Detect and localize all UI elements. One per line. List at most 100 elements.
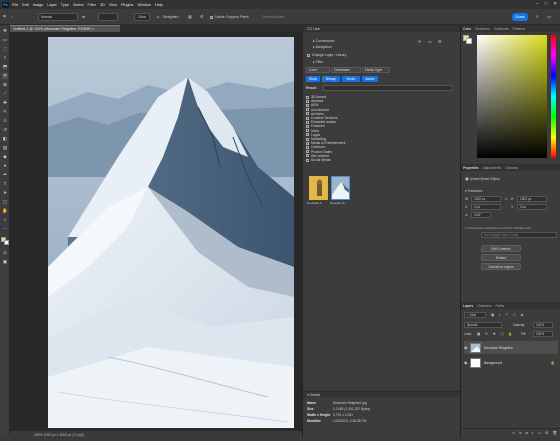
adobe-button[interactable]: Adobe bbox=[362, 76, 378, 82]
menu-help[interactable]: Help bbox=[155, 3, 163, 7]
tab-channels[interactable]: Channels bbox=[477, 304, 491, 308]
straighten-icon[interactable]: ⊿ bbox=[156, 14, 159, 19]
result-search-input[interactable] bbox=[323, 85, 453, 91]
orientation-filter-tab[interactable]: Orientation bbox=[331, 67, 361, 73]
hand-tool-icon[interactable]: ✋ bbox=[2, 208, 8, 214]
color-filter-tab[interactable]: Color bbox=[306, 67, 330, 73]
quick-mask-icon[interactable]: ◘ bbox=[2, 250, 8, 256]
category-item[interactable]: Social Media bbox=[306, 158, 386, 162]
chevron-down-icon[interactable]: ▾ bbox=[11, 15, 13, 19]
background-color-swatch[interactable] bbox=[4, 240, 9, 245]
x-field[interactable]: 0 px bbox=[471, 204, 501, 210]
width-field[interactable]: 1000 px bbox=[471, 196, 501, 202]
dodge-tool-icon[interactable]: ● bbox=[2, 163, 8, 169]
menu-edit[interactable]: Edit bbox=[22, 3, 29, 7]
eyedropper-tool-icon[interactable]: ⟋ bbox=[2, 91, 8, 97]
minimize-icon[interactable]: – bbox=[536, 1, 539, 7]
settings-gear-icon[interactable]: ⚙ bbox=[200, 14, 204, 19]
swap-icon[interactable]: ⇄ bbox=[82, 14, 85, 19]
link-layers-icon[interactable]: ∞ bbox=[512, 431, 515, 435]
tab-swatches[interactable]: Swatches bbox=[475, 27, 490, 31]
angle-field[interactable]: 0.00° bbox=[471, 212, 491, 218]
tab-layers[interactable]: Layers bbox=[463, 304, 473, 308]
path-selection-tool-icon[interactable]: ➤ bbox=[2, 190, 8, 196]
gradient-tool-icon[interactable]: ▤ bbox=[2, 145, 8, 151]
convert-to-layers-button[interactable]: Convert to Layers bbox=[481, 263, 521, 270]
screen-mode-icon[interactable]: ▣ bbox=[2, 259, 8, 265]
more-tools-icon[interactable]: ⋯ bbox=[2, 226, 8, 232]
color-background-swatch[interactable] bbox=[466, 38, 472, 44]
hue-slider[interactable] bbox=[551, 35, 556, 158]
layer-filter-icons[interactable]: ▣ ◐ T ▢ ◈ bbox=[491, 313, 525, 317]
pen-tool-icon[interactable]: ✒ bbox=[2, 172, 8, 178]
menu-image[interactable]: Image bbox=[33, 3, 44, 7]
content-aware-checkbox[interactable]: Content-Aware bbox=[262, 15, 285, 19]
maximize-icon[interactable]: □ bbox=[545, 1, 548, 7]
filter-row[interactable]: ▸ Filter bbox=[313, 60, 323, 64]
stock-button[interactable]: Stock bbox=[306, 76, 320, 82]
menu-window[interactable]: Window bbox=[137, 3, 151, 7]
tab-properties[interactable]: Properties bbox=[463, 166, 478, 170]
connections-row[interactable]: ▸ Connections bbox=[313, 39, 335, 43]
delete-cropped-checkbox[interactable]: Delete Cropped Pixels bbox=[210, 15, 249, 19]
clone-stamp-tool-icon[interactable]: ♙ bbox=[2, 118, 8, 124]
settings-icon[interactable]: ⚙ bbox=[438, 39, 442, 44]
layer-style-icon[interactable]: fx bbox=[519, 431, 522, 435]
width-input[interactable] bbox=[98, 13, 118, 21]
zoom-tool-icon[interactable]: ⌕ bbox=[2, 217, 8, 223]
straighten-label[interactable]: Straighten bbox=[163, 15, 178, 19]
lasso-tool-icon[interactable]: ℓ bbox=[2, 55, 8, 61]
layer-row[interactable]: ◉ Mountain Ridgeline bbox=[464, 341, 558, 354]
y-field[interactable]: 0 px bbox=[517, 204, 547, 210]
history-brush-tool-icon[interactable]: ↺ bbox=[2, 127, 8, 133]
trash-icon[interactable]: 🗑 bbox=[552, 431, 557, 435]
crop-tool-icon[interactable]: ⌗ bbox=[2, 73, 8, 79]
rectangle-tool-icon[interactable]: ▢ bbox=[2, 199, 8, 205]
marquee-tool-icon[interactable]: ⬚ bbox=[2, 46, 8, 52]
crop-tool-icon[interactable]: ⌗ bbox=[3, 14, 6, 20]
mountain-ridgeline-image[interactable] bbox=[48, 37, 294, 428]
adjustment-layer-icon[interactable]: ◐ bbox=[532, 431, 534, 435]
tab-adjustments[interactable]: Adjustments bbox=[482, 166, 501, 170]
grid-overlay-icon[interactable]: ▦ bbox=[188, 14, 192, 19]
menu-filter[interactable]: Filter bbox=[88, 3, 96, 7]
tab-libraries[interactable]: Libraries bbox=[505, 166, 518, 170]
refresh-icon[interactable]: ⟳ bbox=[418, 39, 421, 44]
eraser-tool-icon[interactable]: ◧ bbox=[2, 136, 8, 142]
menu-layer[interactable]: Layer bbox=[47, 3, 57, 7]
link-icon[interactable]: ∞ bbox=[505, 197, 507, 201]
embed-button[interactable]: Embed bbox=[481, 254, 521, 261]
color-picker-field[interactable] bbox=[477, 35, 547, 158]
lock-icon[interactable]: 🔒 bbox=[551, 361, 555, 365]
document-tab[interactable]: Untitled-1 @ 100% (Mountain Ridgeline, R… bbox=[10, 25, 120, 32]
tab-paths[interactable]: Paths bbox=[496, 304, 505, 308]
asset-thumbnail[interactable] bbox=[331, 176, 350, 200]
details-header[interactable]: ▾ Details bbox=[303, 391, 461, 397]
layer-comp-select[interactable]: Don't Apply Layer Comp bbox=[481, 232, 557, 238]
height-field[interactable]: 1500 px bbox=[517, 196, 547, 202]
type-tool-icon[interactable]: T bbox=[2, 181, 8, 187]
ratio-select[interactable]: Normal bbox=[38, 13, 78, 21]
layer-row[interactable]: ◉ Background 🔒 bbox=[464, 356, 558, 369]
media-type-filter-tab[interactable]: Media Type bbox=[362, 67, 390, 73]
blur-tool-icon[interactable]: ◆ bbox=[2, 154, 8, 160]
menu-view[interactable]: View bbox=[109, 3, 117, 7]
layer-filter-select[interactable]: ⌕ Kind bbox=[464, 312, 486, 318]
tab-gradients[interactable]: Gradients bbox=[494, 27, 509, 31]
fill-field[interactable]: 100% bbox=[533, 331, 553, 337]
bitmap-button[interactable]: Bitmap bbox=[322, 76, 340, 82]
frame-tool-icon[interactable]: ⊠ bbox=[2, 82, 8, 88]
library-row[interactable]: Change Login / Library bbox=[307, 53, 346, 57]
opacity-field[interactable]: 100% bbox=[533, 322, 553, 328]
tab-patterns[interactable]: Patterns bbox=[513, 27, 526, 31]
search-icon[interactable]: ⌕ bbox=[536, 14, 539, 19]
workspace-icon[interactable]: ▭ bbox=[547, 14, 551, 20]
lock-icons[interactable]: ▦ ✎ ✥ ▢ 🔒 bbox=[477, 332, 515, 336]
group-icon[interactable]: ▭ bbox=[538, 431, 541, 435]
tab-color[interactable]: Color bbox=[463, 27, 471, 31]
asset-thumbnail[interactable] bbox=[309, 176, 328, 200]
layer-mask-icon[interactable]: ◘ bbox=[526, 431, 528, 435]
menu-type[interactable]: Type bbox=[61, 3, 69, 7]
edit-contents-button[interactable]: Edit Contents bbox=[481, 245, 521, 252]
new-layer-icon[interactable]: ⊞ bbox=[545, 431, 548, 435]
